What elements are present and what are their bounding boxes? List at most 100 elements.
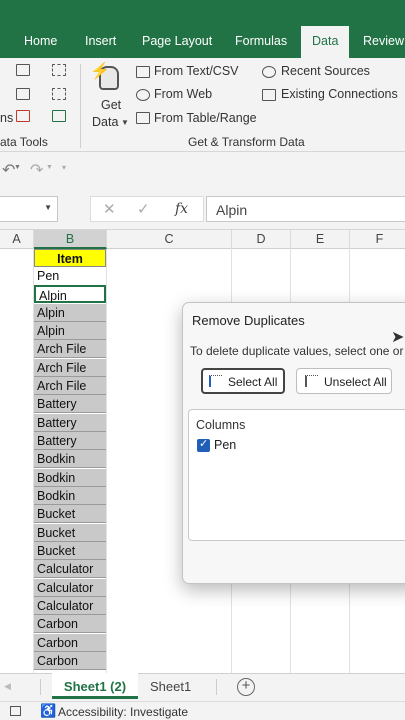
column-header-e[interactable]: E xyxy=(291,230,350,249)
check-icon: ✓ xyxy=(199,438,209,450)
column-headers: A B C D E F xyxy=(0,230,405,249)
split-icon[interactable] xyxy=(52,64,66,76)
cell[interactable]: Calculator xyxy=(34,597,106,615)
unselect-all-label: Unselect All xyxy=(324,375,387,389)
scroll-left-icon[interactable]: ◀ xyxy=(4,681,11,692)
cell[interactable]: Arch File xyxy=(34,340,106,358)
dialog-description: To delete duplicate values, select one o… xyxy=(190,344,405,358)
get-data-button[interactable]: ⚡ Get Data ▼ xyxy=(88,62,130,134)
sheet-tab-separator xyxy=(40,679,41,695)
recent-sources-button[interactable]: Recent Sources xyxy=(281,64,370,78)
sheet-tab-bar: ◀ Sheet1 (2) Sheet1 + xyxy=(0,673,405,701)
cell[interactable]: Bodkin xyxy=(34,487,106,505)
cell[interactable]: Battery xyxy=(34,432,106,450)
text-to-columns-icon[interactable] xyxy=(16,88,30,100)
dialog-title: Remove Duplicates xyxy=(192,313,305,328)
cell[interactable]: Battery xyxy=(34,395,106,413)
cell-mode-icon xyxy=(10,706,21,716)
ribbon-tab-bar: Home Insert Page Layout Formulas Data Re… xyxy=(0,0,405,58)
tab-formulas[interactable]: Formulas xyxy=(235,34,287,50)
cell[interactable]: Carbon xyxy=(34,615,106,633)
cell[interactable]: Bodkin xyxy=(34,450,106,468)
formula-bar: ▼ ✕ ✓ fx Alpin xyxy=(0,188,405,230)
column-header-a[interactable]: A xyxy=(0,230,34,249)
cell[interactable]: Alpin xyxy=(34,304,106,322)
cell[interactable]: Bucket xyxy=(34,524,106,542)
remove-duplicates-dialog: Remove Duplicates ➤ To delete duplicate … xyxy=(182,302,405,584)
cell[interactable]: Alpin xyxy=(34,322,106,340)
accessibility-status[interactable]: Accessibility: Investigate xyxy=(58,705,188,719)
cell-b1-header[interactable]: Item xyxy=(34,249,106,267)
sheet-tab[interactable]: Sheet1 xyxy=(150,679,191,694)
existing-connections-button[interactable]: Existing Connections xyxy=(281,87,398,101)
flash-fill-icon[interactable] xyxy=(16,64,30,76)
chevron-down-icon: ▼ xyxy=(121,118,129,127)
cancel-icon[interactable]: ✕ xyxy=(103,200,116,218)
customize-qat-icon[interactable]: ▾ xyxy=(62,163,66,172)
tab-data[interactable]: Data xyxy=(301,26,350,58)
lightning-icon: ⚡ xyxy=(90,63,110,80)
cell[interactable]: Carbon xyxy=(34,634,106,652)
column-header-f[interactable]: F xyxy=(350,230,405,249)
name-box[interactable]: ▼ xyxy=(0,196,58,222)
accessibility-icon[interactable]: ♿ xyxy=(40,703,56,719)
cell[interactable]: Calculator xyxy=(34,579,106,597)
from-text-csv-button[interactable]: From Text/CSV xyxy=(154,64,239,78)
manage-data-model-icon[interactable] xyxy=(52,110,66,122)
column-checkbox[interactable]: ✓ xyxy=(197,438,210,452)
tab-review[interactable]: Review xyxy=(363,34,404,50)
get-transform-group-label: Get & Transform Data xyxy=(188,135,305,149)
select-all-icon xyxy=(209,375,222,387)
unselect-all-button[interactable]: Unselect All xyxy=(296,368,392,394)
from-table-range-button[interactable]: From Table/Range xyxy=(154,111,257,125)
ribbon: ns ata Tools ⚡ Get Data ▼ From Text/CSV … xyxy=(0,58,405,152)
cell[interactable]: Carbon xyxy=(34,652,106,670)
columns-list: Columns ✓ Pen xyxy=(188,409,405,541)
tab-page-layout[interactable]: Page Layout xyxy=(142,34,212,50)
chevron-down-icon[interactable]: ▼ xyxy=(44,203,52,212)
recent-sources-icon xyxy=(262,66,276,78)
sheet-tab-separator xyxy=(216,679,217,695)
quick-access-toolbar: ↶ ▼ ↷ ▼ ▾ xyxy=(0,152,405,188)
columns-label: Columns xyxy=(196,418,246,432)
cell[interactable]: Battery xyxy=(34,414,106,432)
cell[interactable]: Pen xyxy=(34,267,106,285)
redo-icon[interactable]: ↷ xyxy=(30,160,43,180)
from-web-button[interactable]: From Web xyxy=(154,87,212,101)
data-validation-icon[interactable] xyxy=(16,110,30,122)
column-header-c[interactable]: C xyxy=(107,230,232,249)
cell[interactable]: Bucket xyxy=(34,542,106,560)
select-all-label: Select All xyxy=(228,375,278,389)
cell[interactable]: Calculator xyxy=(34,560,106,578)
tab-home[interactable]: Home xyxy=(24,34,57,50)
existing-connections-icon xyxy=(262,89,276,101)
get-data-label-2: Data xyxy=(92,115,119,129)
add-sheet-icon[interactable]: + xyxy=(237,678,255,696)
column-checkbox-label[interactable]: Pen xyxy=(214,438,236,452)
enter-icon[interactable]: ✓ xyxy=(137,200,150,218)
ribbon-partial-label: ns xyxy=(0,111,14,125)
text-csv-icon xyxy=(136,66,150,78)
active-cell[interactable]: Alpin xyxy=(34,285,106,303)
table-icon xyxy=(136,112,150,124)
cell[interactable]: Arch File xyxy=(34,377,106,395)
select-all-button[interactable]: Select All xyxy=(201,368,285,394)
status-bar: ♿ Accessibility: Investigate xyxy=(0,701,405,720)
unselect-all-icon xyxy=(305,375,318,387)
cell[interactable]: Bucket xyxy=(34,505,106,523)
get-data-label-1: Get xyxy=(101,98,122,112)
tab-insert[interactable]: Insert xyxy=(85,34,116,50)
column-header-d[interactable]: D xyxy=(232,230,291,249)
cell[interactable]: Bodkin xyxy=(34,469,106,487)
column-header-b[interactable]: B xyxy=(34,230,107,249)
dropdown-arrow-icon[interactable]: ▼ xyxy=(14,164,21,171)
ribbon-separator xyxy=(80,64,81,148)
gridline xyxy=(106,249,107,673)
sheet-tab-active[interactable]: Sheet1 (2) xyxy=(52,673,138,699)
insert-function-icon[interactable]: fx xyxy=(175,201,188,217)
relationships-icon[interactable] xyxy=(52,88,66,100)
formula-input[interactable]: Alpin xyxy=(206,196,405,222)
cell[interactable]: Arch File xyxy=(34,359,106,377)
dropdown-arrow-icon[interactable]: ▼ xyxy=(46,164,53,171)
web-globe-icon xyxy=(136,89,150,101)
